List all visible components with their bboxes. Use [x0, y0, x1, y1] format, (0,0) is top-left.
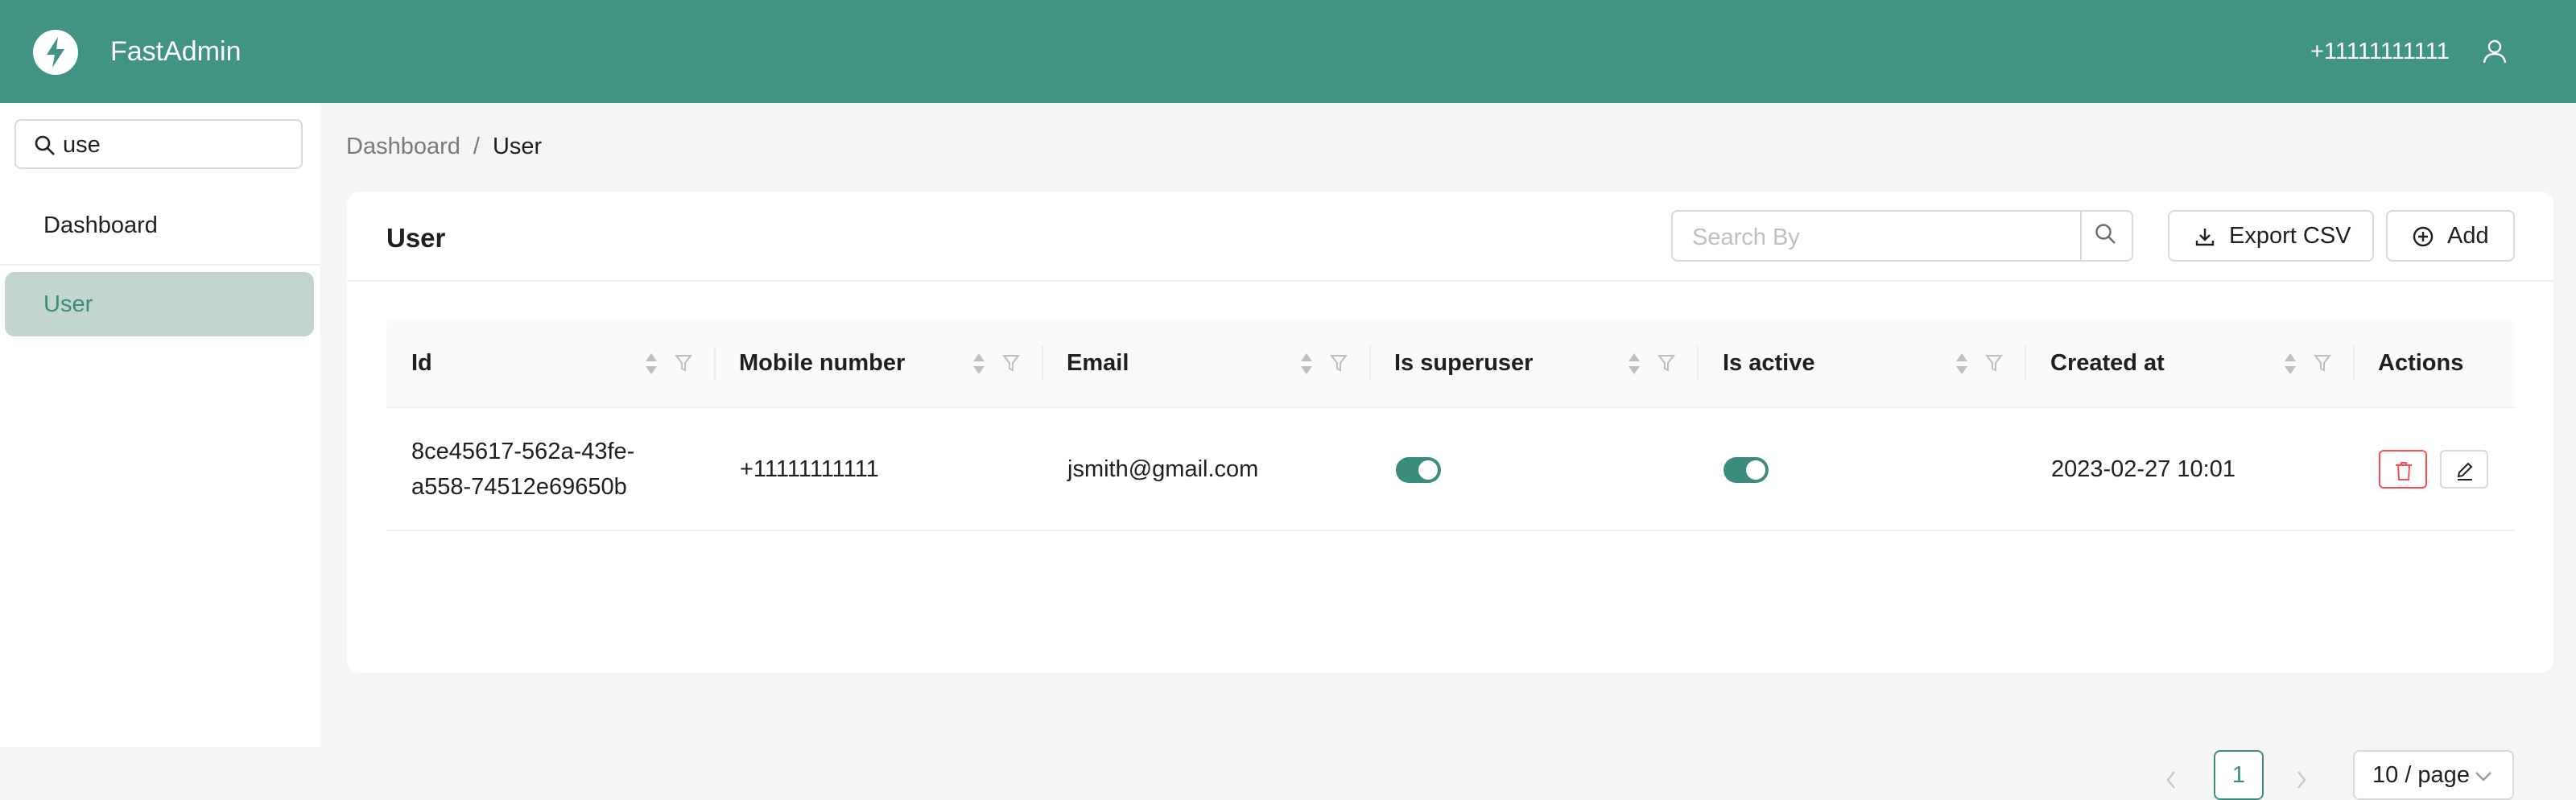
- column-separator: [1369, 346, 1371, 380]
- chevron-down-icon: [2475, 772, 2491, 781]
- cell-mobile-number: +11111111111: [740, 456, 879, 482]
- column-header-mobile-number[interactable]: Mobile number: [739, 319, 905, 407]
- breadcrumb: Dashboard / User: [346, 129, 542, 164]
- column-header-email[interactable]: Email: [1067, 319, 1129, 407]
- column-header-is-active[interactable]: Is active: [1723, 319, 1814, 407]
- sort-icon[interactable]: [972, 352, 986, 376]
- sidebar-item-dashboard[interactable]: Dashboard: [5, 193, 314, 258]
- column-header-actions: Actions: [2378, 350, 2464, 376]
- sidebar-divider: [0, 264, 320, 266]
- table-header: Id Mobile number Email Is superuser Is a…: [386, 319, 2515, 407]
- column-separator: [2353, 346, 2355, 380]
- page-size-label: 10 / page: [2372, 762, 2470, 788]
- filter-icon[interactable]: [1985, 353, 2003, 373]
- column-header-is-superuser[interactable]: Is superuser: [1394, 319, 1533, 407]
- page-size-select[interactable]: 10 / page: [2353, 750, 2514, 800]
- breadcrumb-dashboard[interactable]: Dashboard: [346, 134, 460, 159]
- download-icon: [2195, 229, 2215, 246]
- card-header-divider: [347, 280, 2553, 282]
- page-title: User: [386, 223, 446, 253]
- header-divider: [386, 406, 2515, 408]
- superuser-toggle[interactable]: [1396, 457, 1441, 483]
- sort-icon[interactable]: [1627, 352, 1641, 376]
- row-divider: [386, 530, 2515, 531]
- search-button[interactable]: [2080, 210, 2132, 262]
- edit-icon: [2457, 462, 2473, 480]
- search-icon: [2095, 224, 2116, 244]
- add-label: Add: [2447, 223, 2489, 249]
- prev-page-icon[interactable]: [2165, 769, 2178, 790]
- filter-icon[interactable]: [675, 353, 692, 373]
- sidebar-search[interactable]: [14, 119, 303, 169]
- plus-circle-icon: [2413, 226, 2434, 247]
- app-title[interactable]: FastAdmin: [110, 32, 242, 71]
- breadcrumb-current: User: [492, 134, 543, 159]
- next-page-icon[interactable]: [2295, 769, 2308, 790]
- filter-icon[interactable]: [1002, 353, 1020, 373]
- column-separator: [2025, 346, 2026, 380]
- sidebar: Dashboard User: [0, 103, 320, 747]
- column-separator: [1697, 346, 1699, 380]
- delete-button[interactable]: [2379, 450, 2427, 489]
- column-header-created-at[interactable]: Created at: [2050, 319, 2165, 407]
- edit-button[interactable]: [2440, 450, 2488, 489]
- sort-icon[interactable]: [1299, 352, 1314, 376]
- sidebar-item-user[interactable]: User: [5, 272, 314, 336]
- sort-icon[interactable]: [2283, 352, 2297, 376]
- user-icon[interactable]: [2480, 37, 2509, 70]
- active-toggle[interactable]: [1724, 457, 1769, 483]
- sidebar-search-input[interactable]: [61, 127, 290, 163]
- column-separator: [1042, 346, 1043, 380]
- column-header-id[interactable]: Id: [411, 319, 432, 407]
- filter-icon[interactable]: [2314, 353, 2331, 373]
- search-icon: [35, 135, 55, 155]
- add-button[interactable]: Add: [2386, 210, 2515, 262]
- sort-icon[interactable]: [1955, 352, 1969, 376]
- filter-icon[interactable]: [1330, 353, 1348, 373]
- cell-id-line2: a558-74512e69650b: [411, 474, 627, 500]
- export-csv-label: Export CSV: [2229, 223, 2351, 249]
- content-card: User Export CSV Add Id Mobile number Ema…: [347, 192, 2553, 800]
- column-separator: [714, 346, 716, 380]
- sort-icon[interactable]: [644, 352, 658, 376]
- cell-created-at: 2023-02-27 10:01: [2051, 456, 2235, 482]
- cell-email: jsmith@gmail.com: [1067, 456, 1259, 482]
- top-header: FastAdmin +11111111111: [0, 0, 2576, 103]
- page-item-current[interactable]: 1: [2214, 750, 2264, 800]
- breadcrumb-separator: /: [473, 134, 480, 159]
- bolt-icon[interactable]: [33, 30, 78, 75]
- filter-icon[interactable]: [1657, 353, 1675, 373]
- cell-id-line1: 8ce45617-562a-43fe-: [411, 439, 635, 464]
- trash-icon: [2396, 462, 2412, 480]
- export-csv-button[interactable]: Export CSV: [2168, 210, 2374, 262]
- header-user-label[interactable]: +11111111111: [2310, 34, 2450, 69]
- search-input[interactable]: [1690, 220, 2080, 255]
- search-box[interactable]: [1671, 210, 2133, 262]
